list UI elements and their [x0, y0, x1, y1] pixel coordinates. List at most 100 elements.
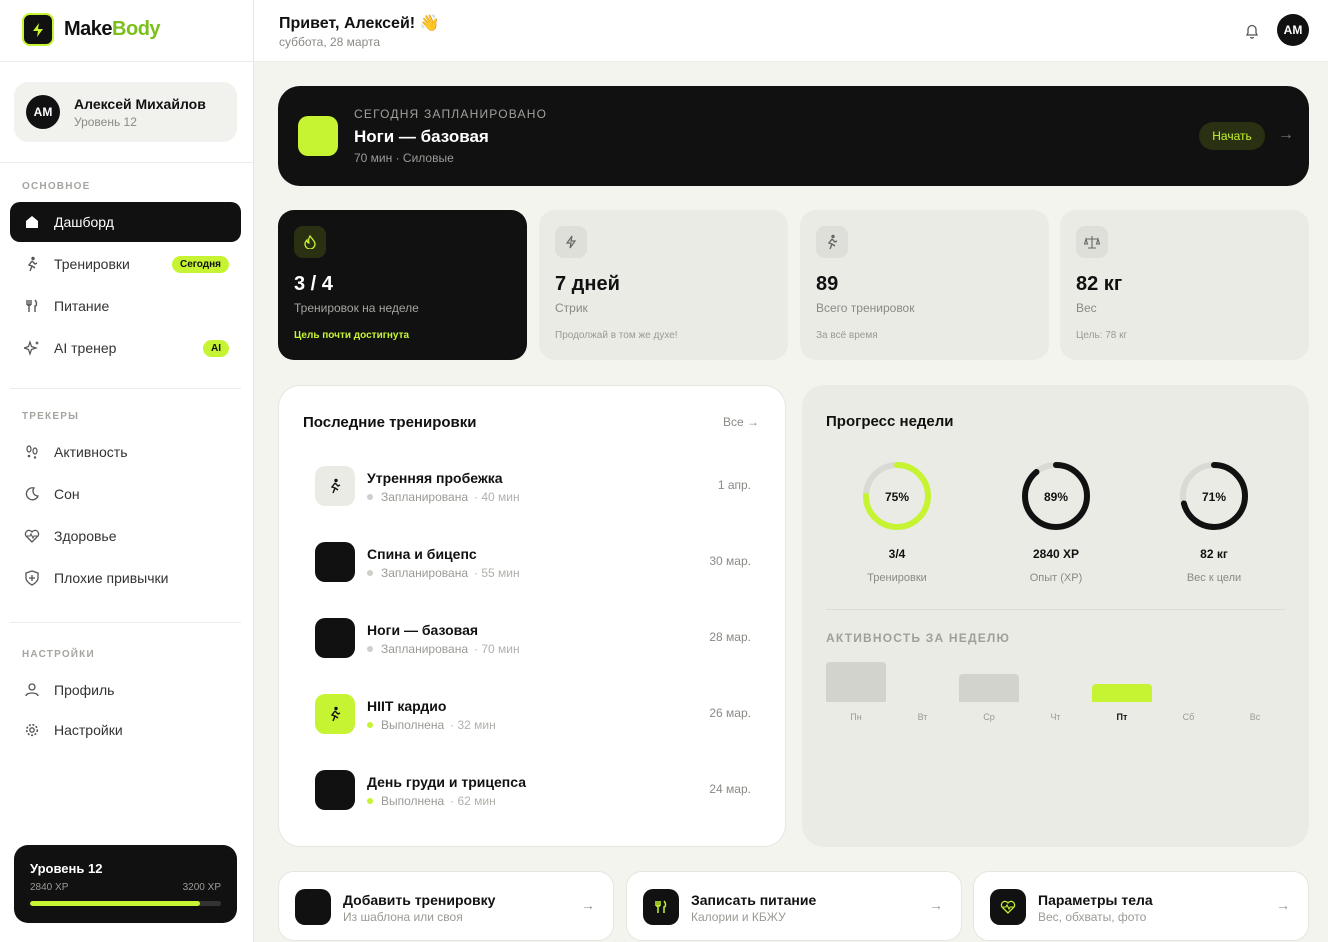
action-title: Параметры тела [1038, 892, 1153, 908]
action-title: Записать питание [691, 892, 817, 908]
day-label: Вс [1249, 712, 1261, 722]
stat-value: 7 дней [555, 273, 620, 295]
workout-status: Выполнена [381, 718, 445, 732]
workout-date: 24 мар. [709, 782, 751, 796]
runner-icon [816, 226, 848, 258]
workout-status: Запланирована [381, 566, 468, 580]
stat-label: Вес [1076, 301, 1097, 315]
workout-name: Ноги — базовая [367, 622, 479, 638]
status-dot [367, 494, 373, 500]
bolt-logo-icon [22, 13, 54, 46]
workout-name: HIIT кардио [367, 698, 447, 714]
view-all-link[interactable]: Все → [723, 415, 759, 429]
day-column: Вт [893, 662, 953, 724]
stat-note: Продолжай в том же духе! [555, 330, 678, 341]
shield-plus-icon [24, 570, 40, 586]
workout-icon [315, 770, 355, 810]
workout-date: 28 мар. [709, 630, 751, 644]
sidebar-item-health[interactable]: Здоровье [10, 516, 241, 556]
day-label: Пт [1116, 712, 1128, 722]
stat-card-total[interactable]: 89 Всего тренировок За всё время [800, 210, 1049, 360]
today-workout-banner[interactable]: СЕГОДНЯ ЗАПЛАНИРОВАНО Ноги — базовая 70 … [278, 86, 1309, 186]
top-header: Привет, Алексей! 👋 суббота, 28 марта АМ [254, 0, 1328, 62]
sidebar-item-nutrition[interactable]: Питание [10, 286, 241, 326]
max-xp: 3200 XP [182, 882, 221, 893]
footsteps-icon [24, 444, 40, 460]
body-params-card[interactable]: Параметры тела Вес, обхваты, фото → [973, 871, 1309, 941]
sidebar-item-bad-habits[interactable]: Плохие привычки [10, 558, 241, 598]
flame-icon [294, 226, 326, 258]
user-card[interactable]: АМ Алексей Михайлов Уровень 12 [14, 82, 237, 142]
level-progress-fill [30, 901, 200, 906]
app-logo[interactable]: MakeBody [22, 13, 161, 46]
level-title: Уровень 12 [30, 861, 103, 876]
sidebar-item-activity[interactable]: Активность [10, 432, 241, 472]
workout-icon [315, 542, 355, 582]
workout-name: День груди и трицепса [367, 774, 527, 790]
sidebar-item-label: AI тренер [54, 340, 117, 356]
stat-card-weight[interactable]: 82 кг Вес Цель: 78 кг [1060, 210, 1309, 360]
panel-title: Прогресс недели [826, 413, 954, 430]
day-column: Пт [1092, 662, 1152, 724]
sidebar-item-workouts[interactable]: Тренировки Сегодня [10, 244, 241, 284]
day-label: Чт [1050, 712, 1061, 722]
bell-icon[interactable] [1243, 22, 1261, 40]
activity-bar [1092, 684, 1152, 702]
workout-row[interactable]: День груди и трицепса Выполнена · 62 мин … [315, 770, 751, 810]
action-subtitle: Вес, обхваты, фото [1038, 910, 1147, 924]
status-dot [367, 646, 373, 652]
workout-duration: · 40 мин [474, 490, 520, 504]
avatar: АМ [26, 95, 60, 129]
ring-xp: 89% 2840 XP Опыт (XP) [986, 461, 1126, 591]
stat-note: За всё время [816, 330, 878, 341]
status-dot [367, 798, 373, 804]
stat-card-streak[interactable]: 7 дней Стрик Продолжай в том же духе! [539, 210, 788, 360]
workout-duration: · 62 мин [450, 794, 496, 808]
sparkle-icon [24, 340, 40, 356]
workout-icon [298, 116, 338, 156]
sidebar-item-dashboard[interactable]: Дашборд [10, 202, 241, 242]
stat-card-weekly[interactable]: 3 / 4 Тренировок на неделе Цель почти до… [278, 210, 527, 360]
day-column: Сб [1159, 662, 1219, 724]
sidebar-item-label: Сон [54, 486, 80, 502]
start-button[interactable]: Начать [1199, 122, 1265, 150]
heart-pulse-icon [990, 889, 1026, 925]
sidebar-item-profile[interactable]: Профиль [10, 670, 241, 710]
header-avatar[interactable]: АМ [1277, 14, 1309, 46]
activity-bar [959, 674, 1019, 702]
workout-duration: · 55 мин [474, 566, 520, 580]
section-label-trackers: ТРЕКЕРЫ [22, 411, 80, 422]
sidebar-item-label: Активность [54, 444, 128, 460]
user-icon [24, 682, 40, 698]
workout-row[interactable]: Утренняя пробежка Запланирована · 40 мин … [315, 466, 751, 506]
workout-row[interactable]: Спина и бицепс Запланирована · 55 мин 30 … [315, 542, 751, 582]
sidebar-item-settings[interactable]: Настройки [10, 710, 241, 750]
level-progress-bar [30, 901, 221, 906]
day-label: Сб [1182, 712, 1195, 722]
activity-bar [826, 662, 886, 702]
user-name: Алексей Михайлов [74, 95, 206, 112]
sidebar: MakeBody АМ Алексей Михайлов Уровень 12 … [0, 0, 254, 942]
today-badge: Сегодня [171, 256, 229, 273]
workout-row[interactable]: HIIT кардио Выполнена · 32 мин 26 мар. [315, 694, 751, 734]
sidebar-item-sleep[interactable]: Сон [10, 474, 241, 514]
divider [10, 622, 241, 623]
level-card[interactable]: Уровень 12 2840 XP 3200 XP [14, 845, 237, 923]
log-nutrition-card[interactable]: Записать питание Калории и КБЖУ → [626, 871, 962, 941]
sidebar-item-label: Настройки [54, 722, 123, 738]
workout-row[interactable]: Ноги — базовая Запланирована · 70 мин 28 … [315, 618, 751, 658]
sidebar-item-ai-coach[interactable]: AI тренер AI [10, 328, 241, 368]
workout-status: Выполнена [381, 794, 445, 808]
workout-duration: · 32 мин [450, 718, 496, 732]
arrow-right-icon[interactable]: → [1278, 126, 1294, 144]
ring-percent: 71% [1201, 490, 1227, 504]
day-column: Чт [1026, 662, 1086, 724]
stat-note: Цель почти достигнута [294, 330, 410, 341]
banner-kicker: СЕГОДНЯ ЗАПЛАНИРОВАНО [354, 107, 548, 121]
runner-icon [315, 694, 355, 734]
stat-value: 82 кг [1076, 273, 1123, 295]
ring-label: Опыт (XP) [1029, 572, 1083, 584]
add-workout-card[interactable]: Добавить тренировку Из шаблона или своя … [278, 871, 614, 941]
day-column: Вс [1225, 662, 1285, 724]
banner-meta: 70 мин · Силовые [354, 151, 454, 165]
